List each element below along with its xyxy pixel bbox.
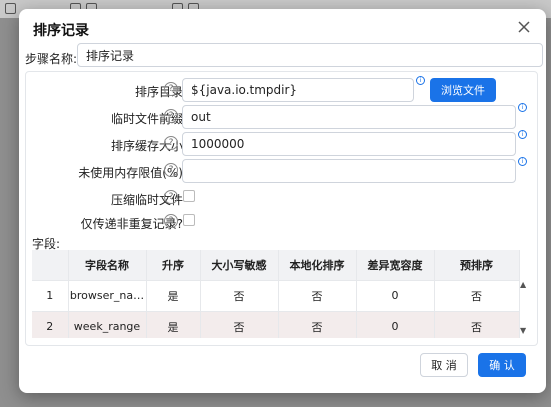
browse-file-button[interactable]: 浏览文件: [430, 78, 496, 102]
locale-sort-cell[interactable]: 否: [278, 280, 357, 312]
dialog-title: 排序记录: [33, 23, 89, 39]
compress-row: 压缩临时文件 ?: [26, 186, 539, 210]
info-icon[interactable]: i: [416, 76, 425, 85]
sort-records-dialog: 排序记录 步骤名称: 排序目录 ? i 浏览文件 临时文件前缀 ? i 排序缓存…: [19, 9, 546, 393]
row-index: 2: [32, 311, 69, 338]
scroll-up-icon[interactable]: ▲: [520, 280, 526, 289]
compress-checkbox[interactable]: [183, 190, 195, 202]
table-row[interactable]: 1 browser_na… 是 否 否 0 否: [32, 280, 520, 312]
unique-only-checkbox[interactable]: [183, 214, 195, 226]
settings-panel: 排序目录 ? i 浏览文件 临时文件前缀 ? i 排序缓存大小 ? i 未使用内…: [25, 71, 538, 346]
collator-strength-cell[interactable]: 0: [356, 280, 435, 312]
field-name-cell[interactable]: browser_na…: [68, 280, 147, 312]
free-memory-input[interactable]: [182, 159, 516, 183]
info-icon[interactable]: i: [518, 157, 527, 166]
col-header-presorted[interactable]: 预排序: [434, 250, 520, 281]
table-scrollbar[interactable]: ▲ ▼: [519, 280, 529, 338]
table-row[interactable]: 2 week_range 是 否 否 0 否: [32, 311, 520, 338]
info-icon[interactable]: i: [518, 130, 527, 139]
free-memory-row: 未使用内存限值(%) ? i: [26, 157, 539, 183]
step-name-label: 步骤名称:: [25, 52, 78, 66]
col-header-locale-sort[interactable]: 本地化排序: [278, 250, 357, 281]
row-index: 1: [32, 280, 69, 312]
unique-only-row: 仅传递非重复记录? ?: [26, 210, 539, 234]
sort-dir-row: 排序目录 ? i 浏览文件: [26, 76, 539, 102]
help-icon[interactable]: ?: [164, 214, 178, 228]
field-name-cell[interactable]: week_range: [68, 311, 147, 338]
cache-size-input[interactable]: [182, 132, 516, 156]
fields-table: 字段名称 升序 大小写敏感 本地化排序 差异宽容度 预排序 1 browser_…: [32, 250, 526, 338]
sort-dir-input[interactable]: [182, 78, 414, 102]
table-header-row: 字段名称 升序 大小写敏感 本地化排序 差异宽容度 预排序: [32, 250, 520, 281]
col-header-index: [32, 250, 69, 281]
help-icon[interactable]: ?: [164, 136, 178, 150]
col-header-field-name[interactable]: 字段名称: [68, 250, 147, 281]
help-icon[interactable]: ?: [164, 190, 178, 204]
info-icon[interactable]: i: [518, 103, 527, 112]
help-icon[interactable]: ?: [164, 82, 178, 96]
col-header-case-sensitive[interactable]: 大小写敏感: [200, 250, 279, 281]
presorted-cell[interactable]: 否: [434, 311, 520, 338]
ascending-cell[interactable]: 是: [146, 280, 201, 312]
temp-prefix-input[interactable]: [182, 105, 516, 129]
col-header-collator-strength[interactable]: 差异宽容度: [356, 250, 435, 281]
temp-prefix-row: 临时文件前缀 ? i: [26, 103, 539, 129]
close-icon[interactable]: [516, 19, 532, 35]
locale-sort-cell[interactable]: 否: [278, 311, 357, 338]
ok-button[interactable]: 确 认: [478, 353, 526, 377]
scroll-down-icon[interactable]: ▼: [520, 326, 526, 335]
collator-strength-cell[interactable]: 0: [356, 311, 435, 338]
case-sensitive-cell[interactable]: 否: [200, 311, 279, 338]
toolbar-run-icon: [5, 3, 16, 14]
presorted-cell[interactable]: 否: [434, 280, 520, 312]
case-sensitive-cell[interactable]: 否: [200, 280, 279, 312]
help-icon[interactable]: ?: [164, 109, 178, 123]
step-name-input[interactable]: [77, 43, 543, 67]
ascending-cell[interactable]: 是: [146, 311, 201, 338]
cache-size-row: 排序缓存大小 ? i: [26, 130, 539, 156]
cancel-button[interactable]: 取 消: [420, 353, 468, 377]
col-header-ascending[interactable]: 升序: [146, 250, 201, 281]
help-icon[interactable]: ?: [164, 163, 178, 177]
